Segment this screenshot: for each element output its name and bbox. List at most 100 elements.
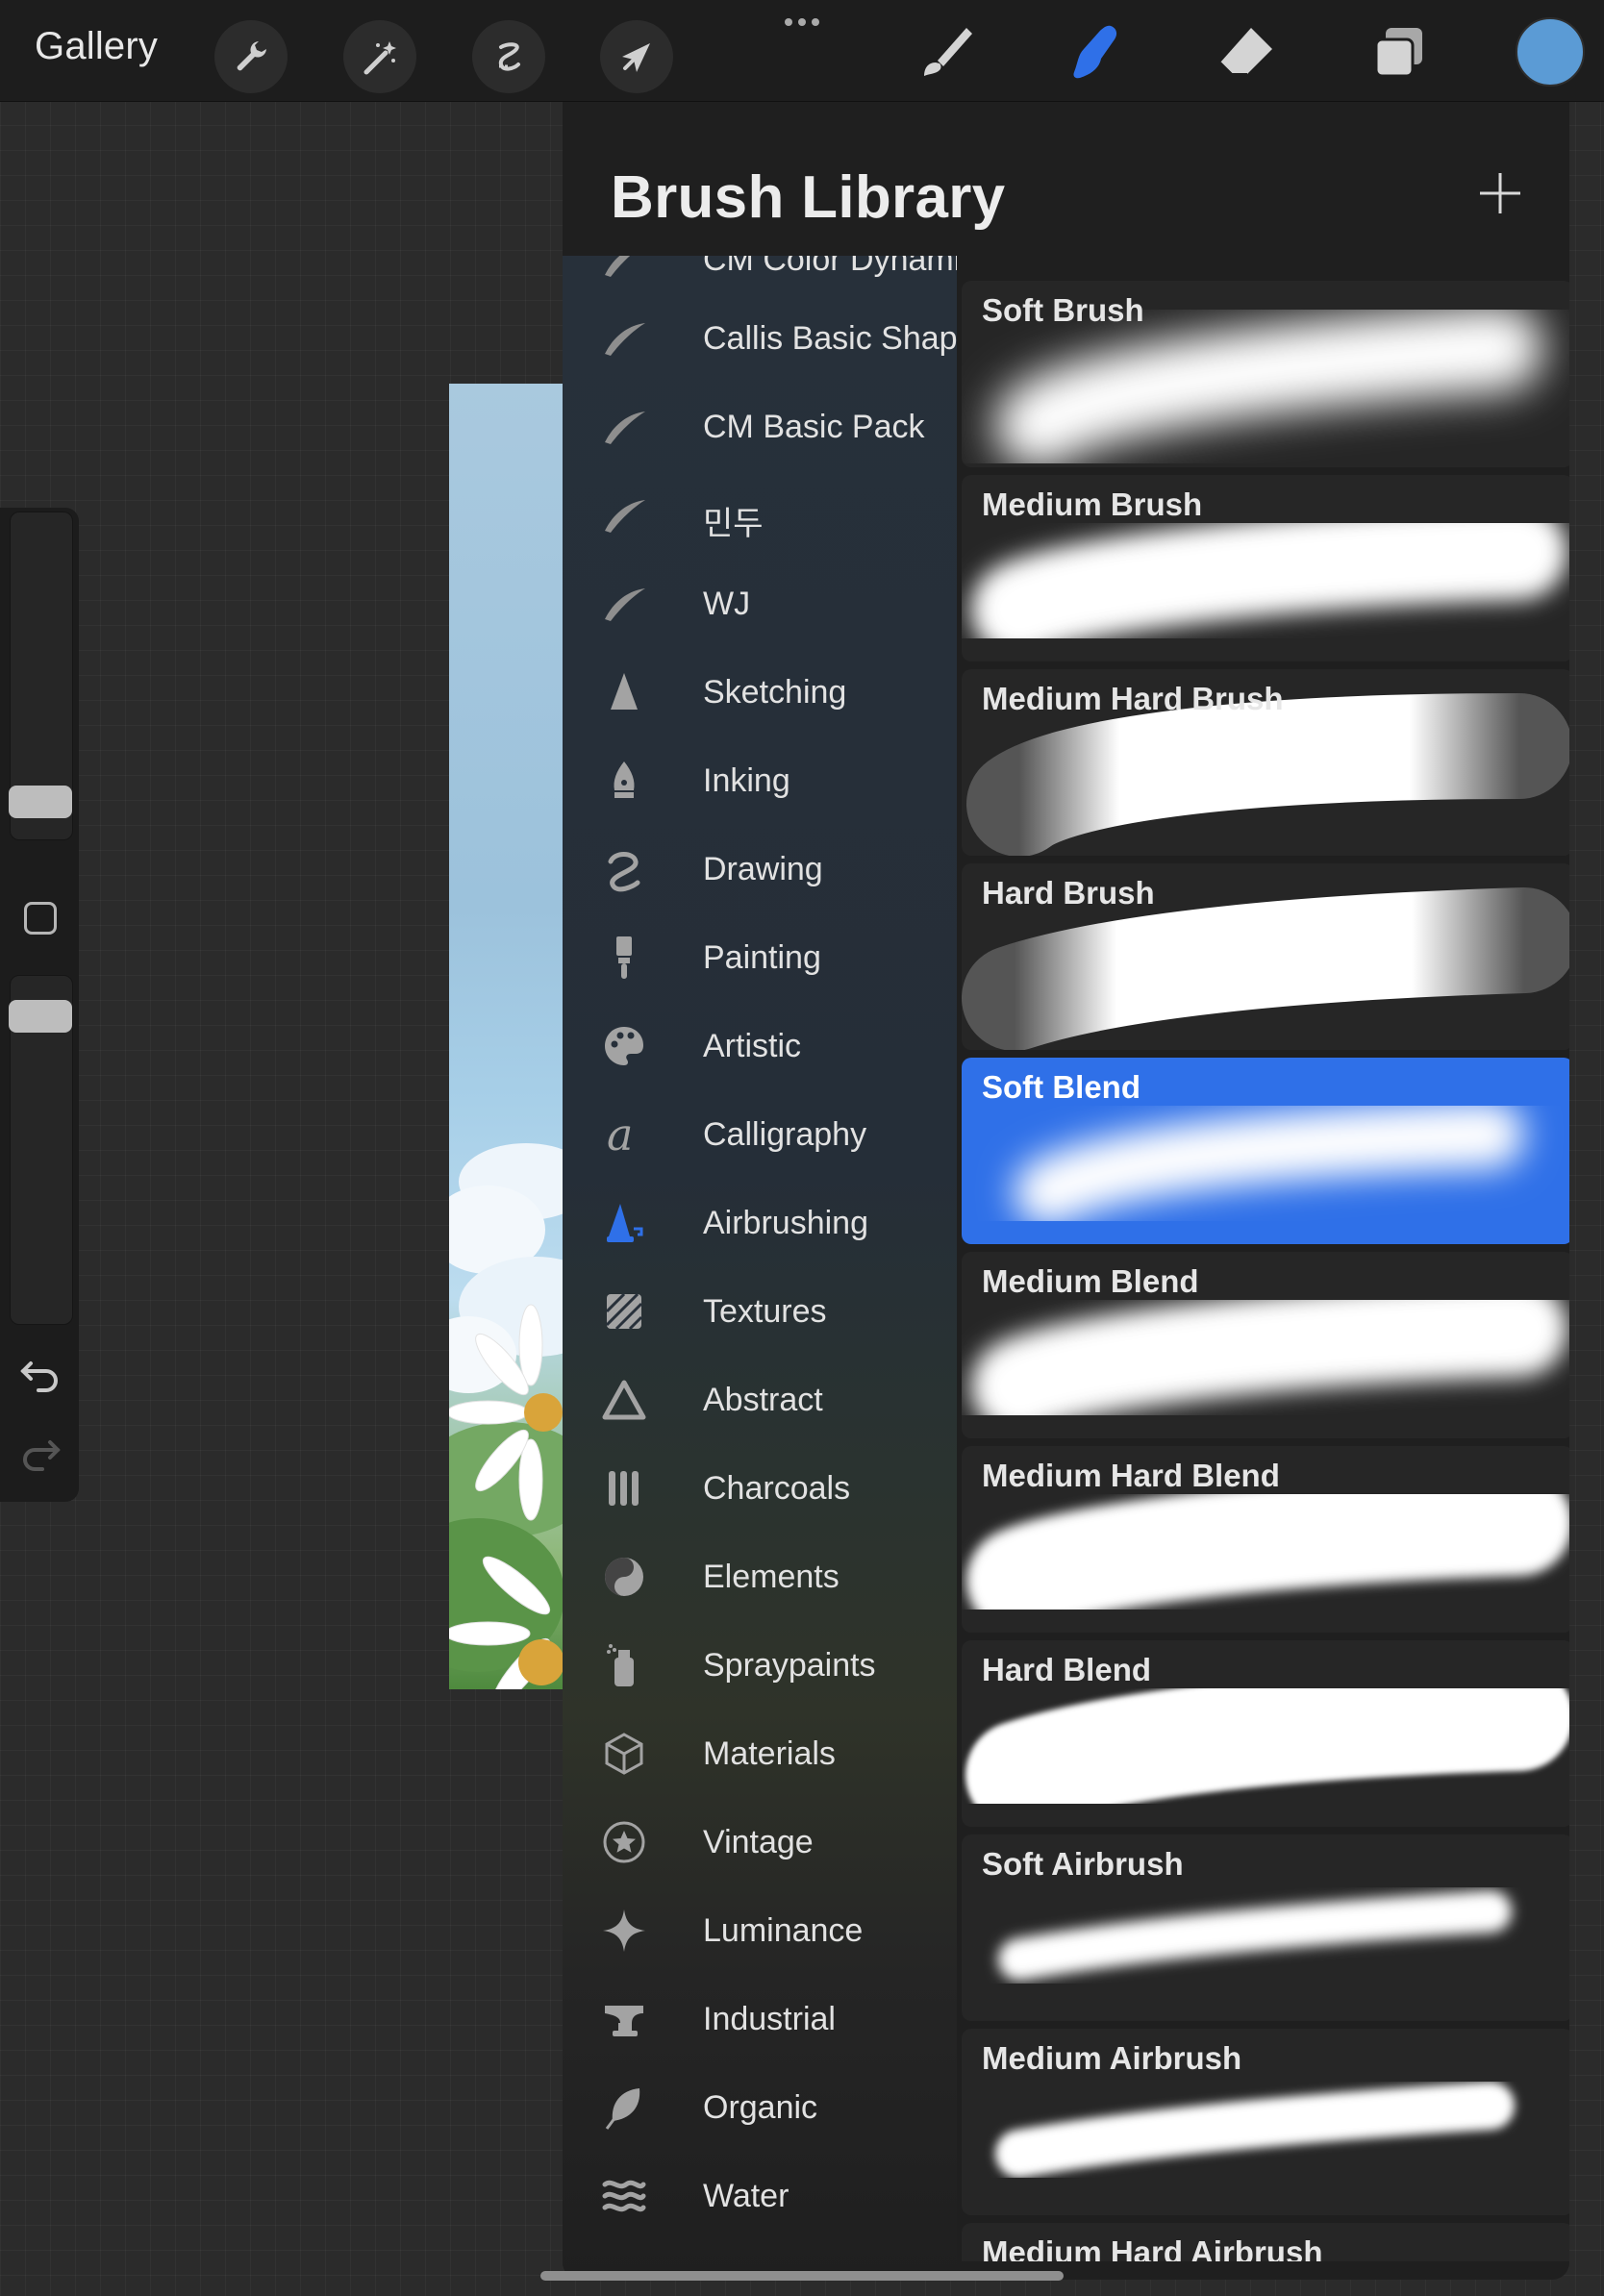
- brush-set-label: Elements: [703, 1559, 840, 1595]
- actions-button[interactable]: [214, 20, 288, 93]
- paint-tool-button[interactable]: [906, 17, 983, 87]
- erase-tool-button[interactable]: [1208, 17, 1285, 87]
- brush-set-label: Calligraphy: [703, 1116, 867, 1153]
- brush-set-organic[interactable]: Organic: [563, 2063, 957, 2152]
- brush-set-sketching[interactable]: Sketching: [563, 648, 957, 736]
- brush-set-mindu[interactable]: 민두: [563, 471, 957, 560]
- brush-set-label: Airbrushing: [703, 1205, 868, 1241]
- triangle-icon: [601, 1377, 647, 1423]
- brush-name: Medium Airbrush: [982, 2040, 1242, 2076]
- brush-set-inking[interactable]: Inking: [563, 736, 957, 825]
- brush-card-medium-hard-blend[interactable]: Medium Hard Blend: [962, 1446, 1569, 1633]
- paintbrush-icon: [601, 935, 647, 981]
- airbrush-icon: [601, 1200, 647, 1246]
- brush-stroke-icon: [601, 581, 647, 627]
- brush-set-painting[interactable]: Painting: [563, 913, 957, 1002]
- brush-card-medium-blend[interactable]: Medium Blend: [962, 1252, 1569, 1438]
- smudge-tool-button[interactable]: [1056, 17, 1133, 87]
- brush-name: Medium Hard Brush: [982, 681, 1284, 716]
- brush-set-label: Charcoals: [703, 1470, 851, 1507]
- brush-set-label: Artistic: [703, 1028, 801, 1064]
- brush-library-panel: Brush Library CM Color Dynamics Callis B…: [563, 102, 1569, 2280]
- adjustments-button[interactable]: [343, 20, 416, 93]
- gallery-button[interactable]: Gallery: [35, 25, 158, 68]
- calligraphy-a-icon: a: [601, 1109, 647, 1160]
- brush-name: Soft Brush: [982, 292, 1144, 328]
- brush-set-wj[interactable]: WJ: [563, 560, 957, 648]
- brush-card-medium-hard-airbrush[interactable]: Medium Hard Airbrush: [962, 2223, 1569, 2261]
- brush-set-luminance[interactable]: Luminance: [563, 1886, 957, 1975]
- brush-set-industrial[interactable]: Industrial: [563, 1975, 957, 2063]
- sparkle-icon: [601, 1908, 647, 1954]
- plus-icon[interactable]: [1478, 171, 1522, 215]
- brush-card-medium-brush[interactable]: Medium Brush: [962, 475, 1569, 661]
- more-options-icon[interactable]: [781, 8, 823, 37]
- spray-can-icon: [601, 1642, 647, 1688]
- brush-set-water[interactable]: Water: [563, 2152, 957, 2240]
- brush-set-label: Vintage: [703, 1824, 814, 1860]
- brush-card-medium-hard-brush[interactable]: Medium Hard Brush: [962, 669, 1569, 856]
- brush-set-label: Spraypaints: [703, 1647, 876, 1684]
- home-indicator: [540, 2271, 1064, 2281]
- brush-set-artistic[interactable]: Artistic: [563, 1002, 957, 1090]
- selection-s-icon: [498, 42, 520, 71]
- brush-set-label: Textures: [703, 1293, 827, 1330]
- brush-set-textures[interactable]: Textures: [563, 1267, 957, 1356]
- artwork-canvas[interactable]: [449, 384, 564, 1689]
- layers-icon: [1374, 28, 1422, 78]
- brush-set-label: Industrial: [703, 2001, 836, 2037]
- brush-set-label: Sketching: [703, 674, 847, 711]
- leaf-icon: [601, 2084, 647, 2131]
- undo-icon[interactable]: [19, 1354, 62, 1392]
- brush-set-label: 민두: [703, 506, 764, 542]
- brush-sets-list[interactable]: CM Color Dynamics Callis Basic Shape CM …: [563, 256, 957, 2280]
- redo-icon[interactable]: [19, 1433, 62, 1471]
- brush-set-materials[interactable]: Materials: [563, 1710, 957, 1798]
- eraser-icon: [1219, 28, 1272, 75]
- brush-set-label: Callis Basic Shape: [703, 320, 957, 357]
- brush-set-spraypaints[interactable]: Spraypaints: [563, 1621, 957, 1710]
- panel-title: Brush Library: [611, 164, 1006, 231]
- brushes-list[interactable]: Soft Brush Medium Brush Medium Hard Brus…: [957, 281, 1569, 2261]
- brush-stroke-icon: [601, 492, 647, 538]
- brush-icon: [924, 28, 972, 76]
- brush-set-cm-basic-pack[interactable]: CM Basic Pack: [563, 383, 957, 471]
- brush-set-label: Painting: [703, 939, 821, 976]
- opacity-handle[interactable]: [9, 1000, 72, 1033]
- brush-set-airbrushing[interactable]: Airbrushing: [563, 1179, 957, 1267]
- svg-text:a: a: [607, 1111, 633, 1158]
- selection-button[interactable]: [472, 20, 545, 93]
- brush-stroke-icon: [601, 315, 647, 362]
- brush-name: Hard Blend: [982, 1652, 1152, 1687]
- transform-button[interactable]: [600, 20, 673, 93]
- smudge-finger-icon: [1073, 25, 1117, 79]
- brush-size-handle[interactable]: [9, 786, 72, 818]
- modify-button[interactable]: [24, 902, 57, 935]
- brush-set-vintage[interactable]: Vintage: [563, 1798, 957, 1886]
- anvil-icon: [601, 1996, 647, 2042]
- texture-icon: [601, 1288, 647, 1335]
- layers-button[interactable]: [1360, 17, 1437, 87]
- brush-set-charcoals[interactable]: Charcoals: [563, 1444, 957, 1533]
- magic-wand-icon: [363, 41, 396, 75]
- brush-set-drawing[interactable]: Drawing: [563, 825, 957, 913]
- brush-name: Hard Brush: [982, 875, 1155, 911]
- brush-set-abstract[interactable]: Abstract: [563, 1356, 957, 1444]
- brush-card-hard-blend[interactable]: Hard Blend: [962, 1640, 1569, 1827]
- brush-card-medium-airbrush[interactable]: Medium Airbrush: [962, 2029, 1569, 2215]
- brush-set-label: Water: [703, 2178, 789, 2214]
- squiggle-icon: [601, 846, 647, 892]
- yin-yang-icon: [601, 1554, 647, 1600]
- brush-card-soft-airbrush[interactable]: Soft Airbrush: [962, 1834, 1569, 2021]
- brush-set-calligraphy[interactable]: a Calligraphy: [563, 1090, 957, 1179]
- left-sidebar: [0, 508, 79, 1502]
- color-picker-button[interactable]: [1516, 17, 1585, 87]
- brush-set-elements[interactable]: Elements: [563, 1533, 957, 1621]
- brush-card-hard-brush[interactable]: Hard Brush: [962, 863, 1569, 1050]
- brush-set-callis-basic-shape[interactable]: Callis Basic Shape: [563, 294, 957, 383]
- pencil-tip-icon: [601, 669, 647, 715]
- waves-icon: [601, 2173, 647, 2219]
- brush-card-soft-brush[interactable]: Soft Brush: [962, 281, 1569, 467]
- brush-set-label: Materials: [703, 1735, 836, 1772]
- brush-card-soft-blend[interactable]: Soft Blend: [962, 1058, 1569, 1244]
